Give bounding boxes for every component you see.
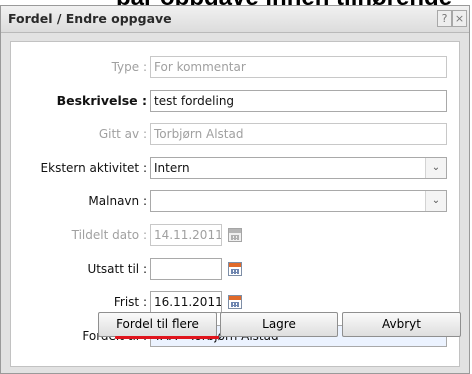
avbryt-button[interactable]: Avbryt <box>342 312 461 337</box>
dialog-title: Fordel / Endre oppgave <box>8 11 172 26</box>
calendar-icon <box>228 228 242 242</box>
ekstern-aktivitet-select[interactable]: Intern ⌄ <box>150 157 447 179</box>
calendar-icon[interactable] <box>228 262 242 276</box>
tildelt-dato-field: 14.11.2011 <box>150 224 222 246</box>
fordel-til-flere-button[interactable]: Fordel til flere <box>98 312 217 337</box>
frist-label: Frist : <box>113 295 147 309</box>
malnavn-label: Malnavn : <box>88 194 147 208</box>
ekstern-aktivitet-label: Ekstern aktivitet : <box>40 161 147 175</box>
lagre-button[interactable]: Lagre <box>220 312 338 337</box>
close-icon[interactable]: × <box>452 10 467 27</box>
chevron-down-icon[interactable]: ⌄ <box>425 158 446 178</box>
dialog-titlebar[interactable]: Fordel / Endre oppgave ? × <box>1 6 469 33</box>
type-field: For kommentar <box>150 56 447 78</box>
beskrivelse-input[interactable]: test fordeling <box>150 90 447 112</box>
tildelt-dato-label: Tildelt dato : <box>71 228 147 242</box>
beskrivelse-label: Beskrivelse : <box>56 93 147 108</box>
malnavn-select[interactable]: ⌄ <box>150 190 447 212</box>
type-label: Type : <box>111 60 147 74</box>
edit-task-dialog: Fordel / Endre oppgave ? × Type : For ko… <box>0 5 470 374</box>
utsatt-til-input[interactable] <box>150 258 222 280</box>
ekstern-aktivitet-value: Intern <box>154 161 190 175</box>
frist-input[interactable]: 16.11.2011 <box>150 291 222 313</box>
help-icon[interactable]: ? <box>437 10 452 27</box>
highlight-underline <box>115 336 219 339</box>
gitt-av-field: Torbjørn Alstad <box>150 123 447 145</box>
utsatt-til-label: Utsatt til : <box>87 262 147 276</box>
gitt-av-label: Gitt av : <box>98 127 147 141</box>
calendar-icon[interactable] <box>228 295 242 309</box>
chevron-down-icon[interactable]: ⌄ <box>425 191 446 211</box>
